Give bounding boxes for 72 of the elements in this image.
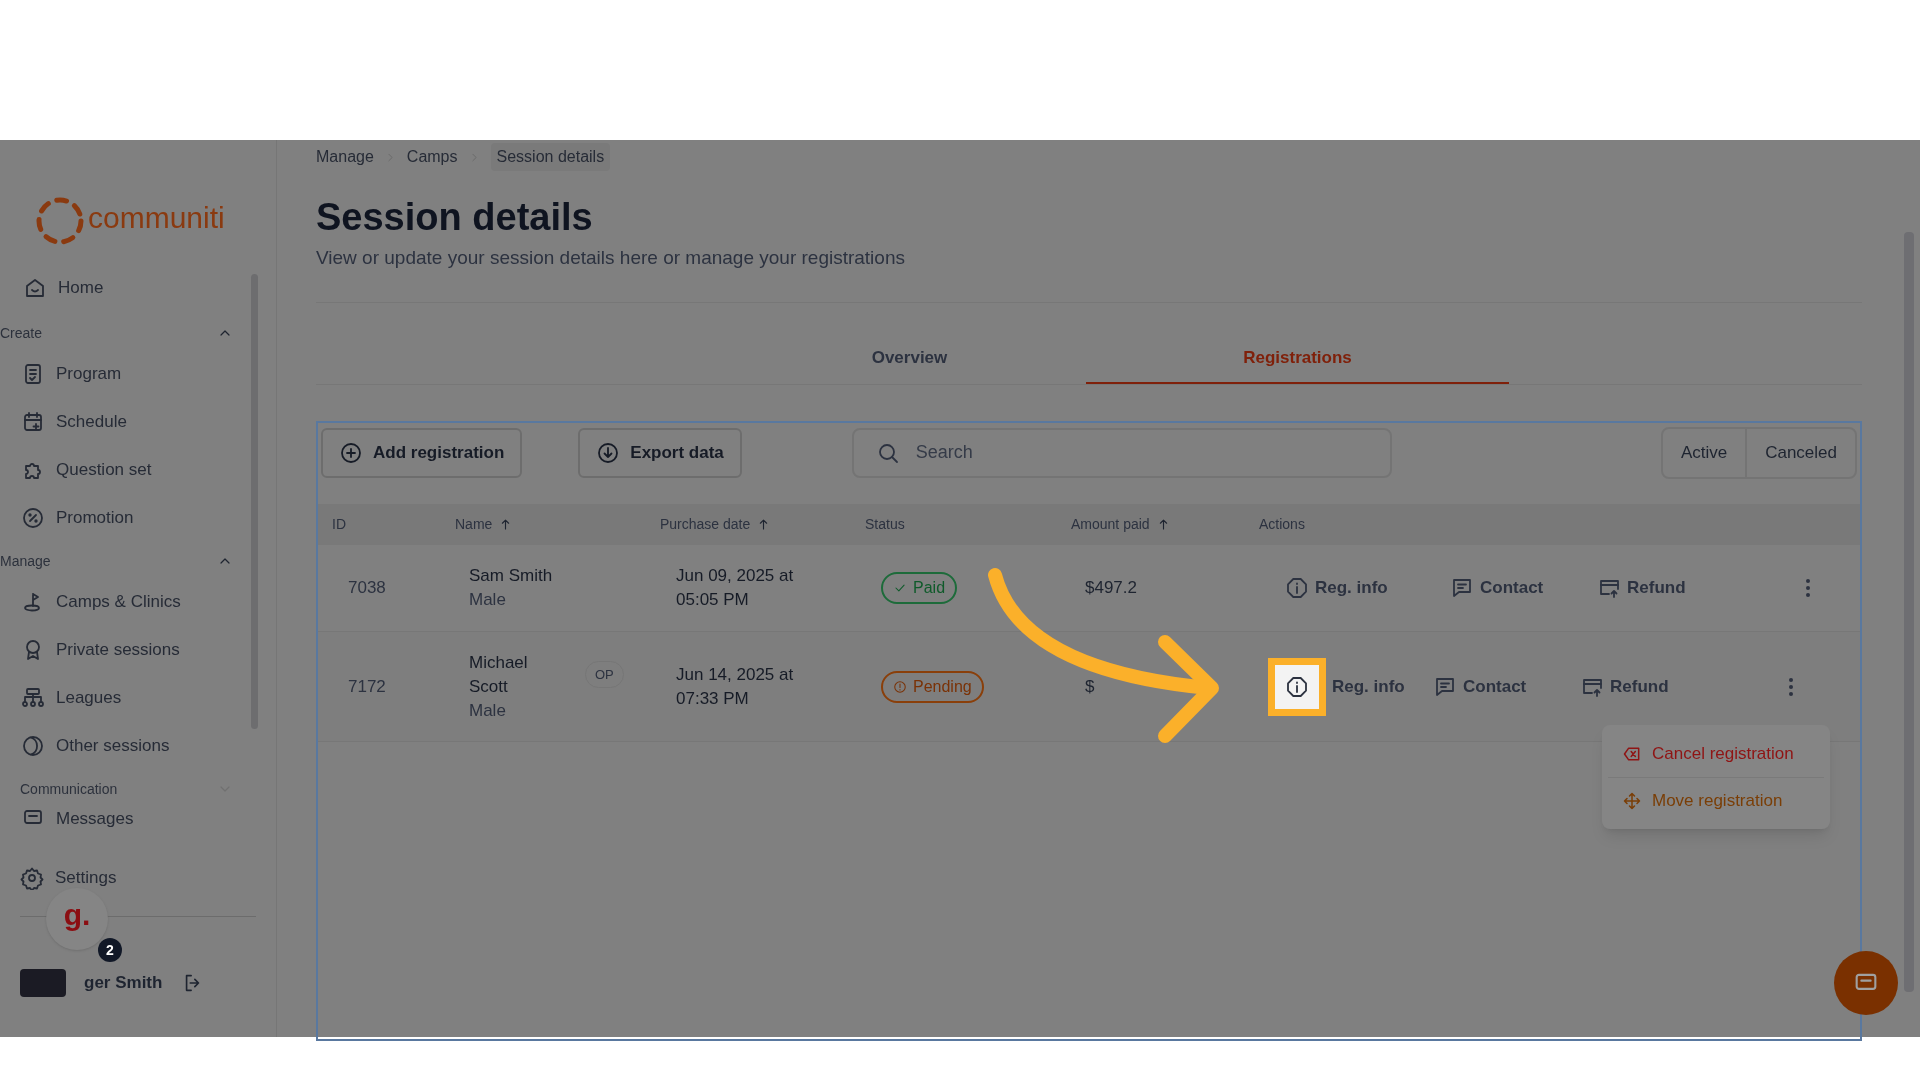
- action-button[interactable]: Contact: [1450, 575, 1597, 601]
- settings-icon: [20, 866, 44, 890]
- sidebar-item[interactable]: Home: [0, 262, 236, 314]
- chat-icon: [1450, 576, 1474, 600]
- sidebar-item[interactable]: Camps & Clinics: [0, 578, 236, 626]
- section-label: Manage: [0, 551, 51, 571]
- column-header: ID: [332, 515, 346, 534]
- column-header[interactable]: Amount paid: [1071, 514, 1171, 535]
- participant-gender: Male: [469, 589, 507, 611]
- sidebar-item[interactable]: Messages: [0, 806, 236, 854]
- avatar-photo-placeholder: [20, 969, 66, 997]
- search-field[interactable]: Search: [851, 427, 1392, 478]
- table-cell-text: 7038: [347, 577, 387, 600]
- table-cell-text: Jun 14, 2025 at 07:33 PM: [675, 663, 795, 710]
- filter-tab[interactable]: Canceled: [1745, 428, 1855, 477]
- notification-count: 2: [98, 938, 122, 962]
- action-button[interactable]: Refund: [1597, 575, 1805, 601]
- column-header[interactable]: Purchase date: [660, 514, 772, 535]
- sidebar-item[interactable]: Private sessions: [0, 626, 236, 674]
- breadcrumb-item: Session details: [490, 143, 611, 171]
- sidebar-item[interactable]: Program: [0, 350, 236, 398]
- half-circle-icon: [21, 734, 45, 758]
- participant-name: Sam Smith: [469, 565, 554, 587]
- menu-item[interactable]: Cancel registration: [1608, 731, 1824, 777]
- tab[interactable]: Overview: [733, 333, 1086, 384]
- hierarchy-icon: [21, 686, 45, 710]
- action-button[interactable]: Refund: [1580, 673, 1788, 700]
- page-subtitle: View or update your session details here or manage your registrations: [316, 245, 906, 270]
- delete-icon: [1622, 744, 1642, 764]
- toolbar-button[interactable]: Export data: [578, 427, 742, 478]
- move-icon: [1622, 790, 1642, 811]
- column-header: Actions: [1259, 515, 1305, 534]
- participant-gender: Male: [469, 699, 507, 722]
- sidebar-item[interactable]: Other sessions: [0, 722, 236, 770]
- participant-name: Michael Scott: [469, 651, 529, 698]
- filter-tab[interactable]: Active: [1662, 428, 1746, 477]
- menu-item[interactable]: Move registration: [1608, 777, 1824, 823]
- table-cell-text: 7172: [347, 675, 387, 698]
- sidebar-item[interactable]: Schedule: [0, 398, 236, 446]
- percent-icon: [21, 506, 45, 530]
- action-button[interactable]: Reg. info: [1285, 575, 1450, 601]
- status-badge: Paid: [881, 572, 958, 604]
- page-title: Session details: [316, 195, 594, 240]
- alert-icon: [893, 679, 907, 694]
- tab[interactable]: Registrations: [1086, 333, 1509, 384]
- column-header[interactable]: Name: [455, 514, 514, 535]
- table-cell-text: $497.2: [1084, 577, 1138, 600]
- table-cell-text: $: [1084, 675, 1096, 698]
- info-icon: [1285, 674, 1309, 699]
- sidebar-item[interactable]: Question set: [0, 446, 236, 494]
- plus-icon: [339, 440, 363, 465]
- status-badge: Pending: [881, 670, 984, 703]
- section-label: Communication: [20, 779, 118, 799]
- table-cell-text: Jun 09, 2025 at 05:05 PM: [675, 565, 795, 611]
- breadcrumb-item[interactable]: Manage: [316, 145, 374, 169]
- breadcrumb-item[interactable]: Camps: [406, 145, 458, 169]
- column-header: Status: [865, 515, 905, 534]
- section-label: Create: [0, 323, 43, 343]
- logo-icon: [34, 195, 86, 247]
- sidebar-item[interactable]: Promotion: [0, 494, 236, 542]
- action-button[interactable]: Reg. info: [1268, 657, 1433, 716]
- calendar-icon: [21, 410, 45, 434]
- user-name: ger Smith: [84, 972, 163, 995]
- logo-text: communiti: [88, 203, 225, 233]
- download-icon: [596, 440, 621, 465]
- sidebar-item[interactable]: Leagues: [0, 674, 236, 722]
- info-icon: [1285, 576, 1309, 600]
- more-options-icon[interactable]: [1788, 676, 1794, 697]
- more-options-icon[interactable]: [1805, 578, 1811, 598]
- action-button[interactable]: Contact: [1433, 673, 1580, 700]
- home-icon: [23, 276, 47, 300]
- toolbar-button[interactable]: Add registration: [321, 427, 523, 478]
